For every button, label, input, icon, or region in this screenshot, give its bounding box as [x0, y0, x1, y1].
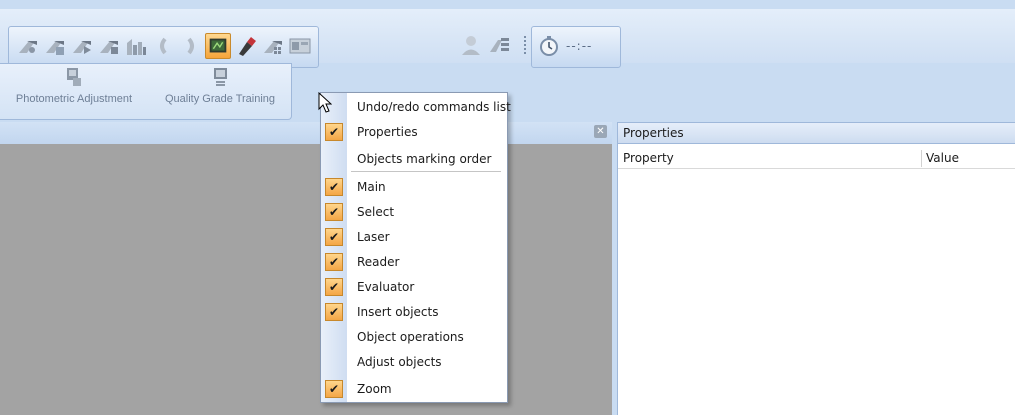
menu-item-adjust-objects[interactable]: Adjust objects: [321, 350, 507, 375]
menu-item-undo-redo-commands-list[interactable]: Undo/redo commands list: [321, 95, 511, 120]
checkmark-icon: ✔: [325, 303, 343, 321]
checkmark-icon: ✔: [325, 123, 343, 141]
menu-item-label: Zoom: [357, 382, 392, 396]
mouse-cursor-icon: [318, 92, 332, 113]
column-header-property[interactable]: Property: [623, 151, 674, 165]
timer-text: --:--: [566, 39, 593, 53]
workspace-header: [0, 122, 612, 144]
menu-item-reader[interactable]: ✔ Reader: [321, 250, 507, 275]
menu-item-label: Undo/redo commands list: [357, 100, 511, 114]
bracket-left-icon[interactable]: [151, 33, 177, 59]
mark-grid-icon[interactable]: [260, 33, 286, 59]
menu-item-label: Adjust objects: [357, 355, 442, 369]
photometric-icon: [64, 66, 84, 88]
mark-icon[interactable]: [15, 33, 41, 59]
ribbon-panel: Photometric Adjustment Quality Grade Tra…: [0, 63, 292, 120]
monitor-icon[interactable]: [205, 33, 231, 59]
checkmark-icon: ✔: [325, 380, 343, 398]
menu-item-zoom[interactable]: ✔ Zoom: [321, 377, 507, 402]
column-divider[interactable]: [921, 150, 922, 167]
menu-item-properties[interactable]: ✔ Properties: [321, 120, 507, 145]
checkmark-icon: ✔: [325, 203, 343, 221]
properties-grid[interactable]: Property Value: [617, 144, 1015, 415]
menu-item-select[interactable]: ✔ Select: [321, 200, 507, 225]
menu-item-evaluator[interactable]: ✔ Evaluator: [321, 275, 507, 300]
mark-stop-icon[interactable]: [96, 33, 122, 59]
checkmark-icon: ✔: [325, 178, 343, 196]
close-panel-button[interactable]: ✕: [594, 125, 607, 138]
menu-item-label: Objects marking order: [357, 152, 492, 166]
main-toolbar: --:--: [0, 9, 1015, 68]
menu-item-label: Object operations: [357, 330, 464, 344]
toolbars-context-menu: Undo/redo commands list ✔ Properties Object…: [320, 92, 511, 403]
menu-item-object-operations[interactable]: Object operations: [321, 325, 507, 350]
toolbar-group-timer: --:--: [531, 26, 621, 68]
toolbar-group-main: [8, 26, 319, 68]
menu-item-label: Reader: [357, 255, 400, 269]
canvas-workspace[interactable]: [0, 144, 612, 415]
menu-item-label: Main: [357, 180, 386, 194]
menu-item-label: Laser: [357, 230, 390, 244]
menu-item-main[interactable]: ✔ Main: [321, 175, 507, 200]
menu-item-laser[interactable]: ✔ Laser: [321, 225, 507, 250]
checkmark-icon: ✔: [325, 228, 343, 246]
user-icon[interactable]: [458, 32, 484, 58]
mark-chart-icon[interactable]: [123, 33, 149, 59]
mark-select-icon[interactable]: [42, 33, 68, 59]
menu-item-label: Insert objects: [357, 305, 439, 319]
pen-icon[interactable]: [233, 33, 259, 59]
toolbar-separator: [524, 36, 526, 56]
photometric-adjustment-button[interactable]: Photometric Adjustment: [4, 66, 144, 105]
mark-play-icon[interactable]: [69, 33, 95, 59]
quality-grade-icon: [210, 66, 230, 88]
bracket-right-icon[interactable]: [177, 33, 203, 59]
timer-icon[interactable]: [536, 33, 562, 59]
menu-item-insert-objects[interactable]: ✔ Insert objects: [321, 300, 507, 325]
panel-icon[interactable]: [287, 33, 313, 59]
checkmark-icon: ✔: [325, 278, 343, 296]
menu-item-label: Select: [357, 205, 395, 219]
toolbar-group-tools: [318, 26, 518, 66]
mark-list-icon[interactable]: [486, 32, 512, 58]
menu-item-objects-marking-order[interactable]: Objects marking order: [321, 147, 507, 172]
properties-header-row: Property Value: [618, 148, 1015, 169]
checkmark-icon: ✔: [325, 253, 343, 271]
column-header-value[interactable]: Value: [926, 151, 959, 165]
menu-item-label: Evaluator: [357, 280, 415, 294]
properties-panel-title: Properties: [617, 122, 1015, 144]
quality-grade-training-button[interactable]: Quality Grade Training: [155, 66, 285, 105]
menu-item-label: Properties: [357, 125, 418, 139]
